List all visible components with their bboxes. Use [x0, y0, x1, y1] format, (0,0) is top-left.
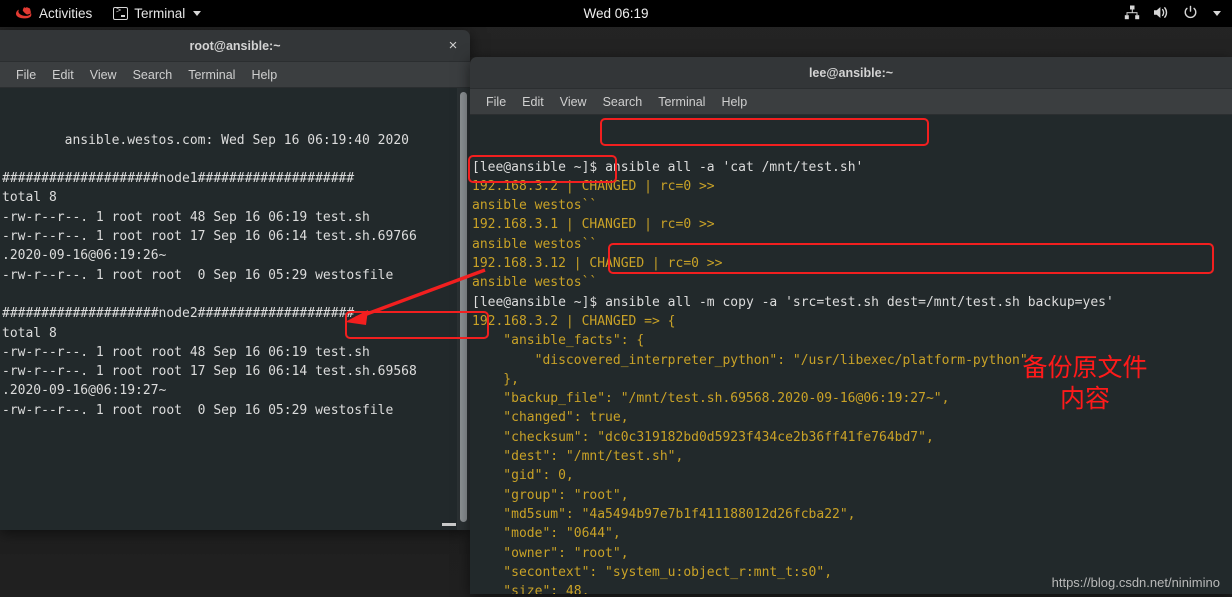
terminal-line: ansible.westos.com: Wed Sep 16 06:19:40 … — [2, 132, 409, 148]
terminal-line: ansible westos`` — [472, 236, 598, 252]
terminal-line: 192.168.3.2 | CHANGED => { — [472, 313, 676, 329]
terminal-line: "owner": "root", — [472, 545, 629, 561]
shell-prompt: [lee@ansible ~]$ — [472, 294, 606, 310]
terminal-window-root: root@ansible:~ × File Edit View Search T… — [0, 30, 470, 530]
menu-item-file[interactable]: File — [8, 66, 44, 84]
menu-item-view[interactable]: View — [552, 93, 595, 111]
activities-button[interactable]: Activities — [9, 4, 99, 23]
terminal-line: total 8 — [2, 325, 57, 341]
menu-item-help[interactable]: Help — [243, 66, 285, 84]
left-window-titlebar[interactable]: root@ansible:~ × — [0, 30, 470, 62]
terminal-line: "mode": "0644", — [472, 526, 621, 542]
terminal-line: "md5sum": "4a5494b97e7b1f411188012d26fcb… — [472, 506, 856, 522]
right-window-menubar: File Edit View Search Terminal Help — [470, 89, 1232, 115]
menu-item-edit[interactable]: Edit — [514, 93, 552, 111]
left-window-menubar: File Edit View Search Terminal Help — [0, 62, 470, 88]
menu-item-edit[interactable]: Edit — [44, 66, 82, 84]
terminal-line: -rw-r--r--. 1 root root 48 Sep 16 06:19 … — [2, 344, 370, 360]
terminal-line: -rw-r--r--. 1 root root 0 Sep 16 05:29 w… — [2, 402, 394, 418]
menu-item-search[interactable]: Search — [595, 93, 651, 111]
terminal-icon — [113, 6, 129, 20]
close-icon[interactable]: × — [445, 37, 461, 54]
terminal-line: .2020-09-16@06:19:26~ — [2, 248, 167, 264]
left-window-title: root@ansible:~ — [189, 38, 281, 53]
left-terminal-output[interactable]: ansible.westos.com: Wed Sep 16 06:19:40 … — [0, 88, 470, 530]
terminal-line: .2020-09-16@06:19:27~ — [2, 383, 167, 399]
shell-command: ansible all -m copy -a 'src=test.sh dest… — [605, 294, 1114, 310]
right-window-title: lee@ansible:~ — [808, 65, 894, 80]
power-icon[interactable] — [1183, 5, 1198, 23]
shell-prompt: [lee@ansible ~]$ — [472, 159, 606, 175]
terminal-line: ####################node1###############… — [2, 171, 355, 187]
terminal-line: 192.168.3.2 | CHANGED | rc=0 >> — [472, 178, 715, 194]
terminal-line: "checksum": "dc0c319182bd0d5923f434ce2b3… — [472, 429, 934, 445]
terminal-line: "backup_file": "/mnt/test.sh.69568.2020-… — [472, 391, 950, 407]
left-terminal-scrollbar[interactable] — [457, 88, 470, 530]
menu-item-view[interactable]: View — [82, 66, 125, 84]
terminal-line: -rw-r--r--. 1 root root 17 Sep 16 06:14 … — [2, 364, 417, 380]
terminal-line: "discovered_interpreter_python": "/usr/l… — [472, 352, 1028, 368]
terminal-line: "ansible_facts": { — [472, 333, 645, 349]
terminal-line: -rw-r--r--. 1 root root 48 Sep 16 06:19 … — [2, 209, 370, 225]
terminal-line: "dest": "/mnt/test.sh", — [472, 449, 684, 465]
terminal-line: "changed": true, — [472, 410, 629, 426]
app-menu-button[interactable]: Terminal — [106, 4, 208, 23]
menu-item-help[interactable]: Help — [713, 93, 755, 111]
activities-label: Activities — [39, 6, 93, 21]
terminal-line: ansible westos`` — [472, 275, 598, 291]
redhat-logo-icon — [16, 6, 33, 21]
terminal-line: "gid": 0, — [472, 468, 574, 484]
terminal-line: total 8 — [2, 190, 57, 206]
terminal-window-lee: lee@ansible:~ File Edit View Search Term… — [470, 57, 1232, 594]
right-terminal-output[interactable]: [lee@ansible ~]$ ansible all -a 'cat /mn… — [470, 115, 1232, 594]
volume-icon[interactable] — [1153, 5, 1170, 23]
scroll-end-marker — [442, 523, 456, 526]
terminal-line: -rw-r--r--. 1 root root 17 Sep 16 06:14 … — [2, 229, 417, 245]
terminal-line: ansible westos`` — [472, 198, 598, 214]
terminal-line: -rw-r--r--. 1 root root 0 Sep 16 05:29 w… — [2, 267, 394, 283]
menu-item-terminal[interactable]: Terminal — [180, 66, 243, 84]
menu-item-file[interactable]: File — [478, 93, 514, 111]
chevron-down-icon — [193, 11, 202, 16]
terminal-line: }, — [472, 371, 519, 387]
menu-item-search[interactable]: Search — [125, 66, 181, 84]
terminal-line: [lee@ansible ~]$ ansible all -m copy -a … — [472, 293, 1232, 312]
terminal-line: 192.168.3.12 | CHANGED | rc=0 >> — [472, 256, 723, 272]
menu-item-terminal[interactable]: Terminal — [650, 93, 713, 111]
app-menu-label: Terminal — [134, 6, 186, 21]
terminal-line: ####################node2###############… — [2, 306, 355, 322]
terminal-line: [lee@ansible ~]$ ansible all -a 'cat /mn… — [472, 158, 1232, 177]
watermark-url: https://blog.csdn.net/ninimino — [1051, 575, 1220, 590]
system-menu-chevron-down-icon[interactable] — [1213, 11, 1221, 16]
terminal-line: "group": "root", — [472, 487, 629, 503]
system-top-bar: Activities Terminal Wed 06:19 — [0, 0, 1232, 27]
network-icon[interactable] — [1124, 5, 1140, 23]
scrollbar-thumb[interactable] — [460, 92, 467, 522]
right-window-titlebar[interactable]: lee@ansible:~ — [470, 57, 1232, 89]
shell-command: ansible all -a 'cat /mnt/test.sh' — [605, 159, 864, 175]
terminal-line: 192.168.3.1 | CHANGED | rc=0 >> — [472, 217, 715, 233]
